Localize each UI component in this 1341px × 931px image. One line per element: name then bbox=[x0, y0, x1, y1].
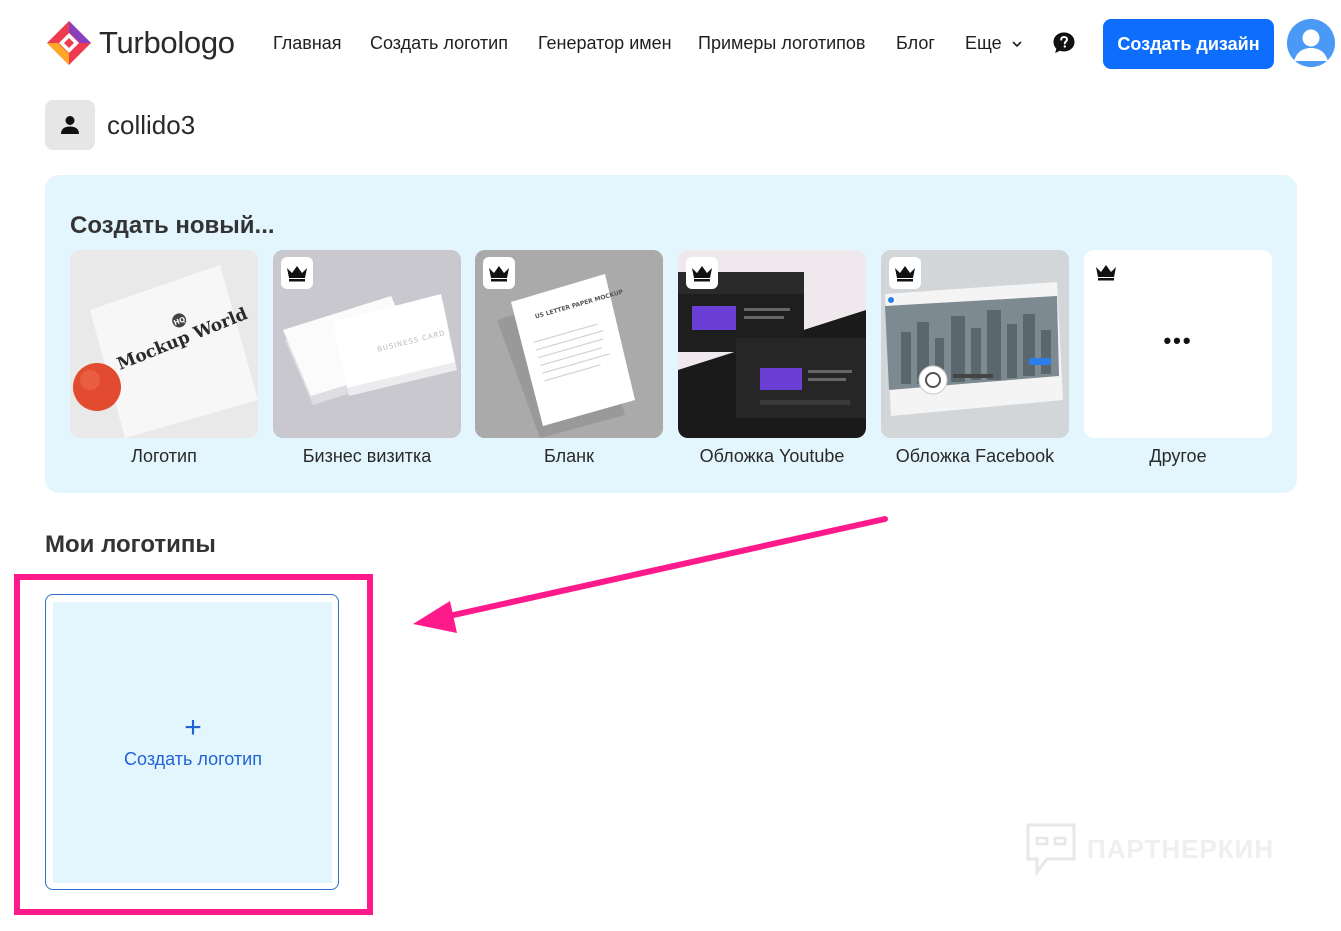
plus-icon: + bbox=[184, 711, 202, 744]
nav-item-create-logo[interactable]: Создать логотип bbox=[370, 33, 508, 54]
nav-item-name-generator[interactable]: Генератор имен bbox=[538, 33, 672, 54]
create-new-panel: Создать новый... Mockup World HQ Логотип… bbox=[45, 175, 1297, 493]
my-logos-title: Мои логотипы bbox=[45, 531, 216, 558]
turbologo-logo-icon bbox=[47, 21, 91, 65]
crown-icon bbox=[895, 266, 915, 282]
create-new-title: Создать новый... bbox=[70, 212, 275, 239]
card-youtube-cover[interactable] bbox=[678, 250, 866, 438]
nav-item-logo-examples[interactable]: Примеры логотипов bbox=[698, 33, 865, 54]
premium-crown-badge bbox=[1090, 256, 1122, 288]
premium-crown-badge bbox=[483, 257, 515, 289]
create-logo-card[interactable]: + Создать логотип bbox=[45, 594, 339, 890]
person-icon bbox=[61, 116, 79, 134]
card-logo-label: Логотип bbox=[131, 446, 197, 466]
nav-item-blog[interactable]: Блог bbox=[896, 33, 935, 54]
card-business-card[interactable]: BUSINESS CARD bbox=[273, 250, 461, 438]
username: collido3 bbox=[107, 110, 196, 140]
create-logo-label: Создать логотип bbox=[124, 749, 262, 769]
card-facebook-cover[interactable] bbox=[881, 250, 1069, 438]
crown-icon bbox=[489, 266, 509, 282]
top-header: Turbologo Главная Создать логотип Генера… bbox=[0, 0, 1341, 88]
premium-crown-badge bbox=[889, 257, 921, 289]
chat-bubble-icon bbox=[1026, 823, 1076, 876]
premium-crown-badge bbox=[686, 257, 718, 289]
chevron-down-icon[interactable] bbox=[1011, 38, 1023, 50]
crown-icon bbox=[692, 266, 712, 282]
card-letterhead-label: Бланк bbox=[544, 446, 594, 466]
card-facebook-cover-label: Обложка Facebook bbox=[895, 446, 1055, 466]
question-bubble-icon[interactable] bbox=[1052, 31, 1076, 55]
card-business-card-label: Бизнес визитка bbox=[302, 446, 432, 466]
user-avatar-icon[interactable] bbox=[1287, 19, 1335, 67]
card-youtube-cover-label: Обложка Youtube bbox=[699, 446, 845, 466]
user-avatar-box bbox=[45, 100, 95, 150]
card-logo[interactable]: Mockup World HQ bbox=[70, 250, 258, 438]
crown-icon bbox=[287, 266, 307, 282]
nav-item-home[interactable]: Главная bbox=[273, 33, 342, 54]
more-dots-icon: ••• bbox=[1163, 328, 1193, 353]
create-design-button[interactable]: Создать дизайн bbox=[1103, 19, 1274, 69]
logo-mockup-image: Mockup World HQ bbox=[70, 250, 258, 438]
card-other-label: Другое bbox=[1149, 446, 1207, 466]
card-letterhead[interactable]: US LETTER PAPER MOCKUP bbox=[475, 250, 663, 438]
nav-item-more[interactable]: Еще bbox=[965, 33, 1002, 54]
card-other[interactable]: ••• bbox=[1084, 250, 1272, 438]
turbologo-logo[interactable]: Turbologo bbox=[45, 19, 235, 67]
crown-icon bbox=[1096, 265, 1116, 281]
partnerkin-watermark: ПАРТНЕРКИН bbox=[1025, 822, 1274, 876]
watermark-text: ПАРТНЕРКИН bbox=[1087, 833, 1275, 864]
logo-text: Turbologo bbox=[99, 25, 235, 60]
premium-crown-badge bbox=[281, 257, 313, 289]
